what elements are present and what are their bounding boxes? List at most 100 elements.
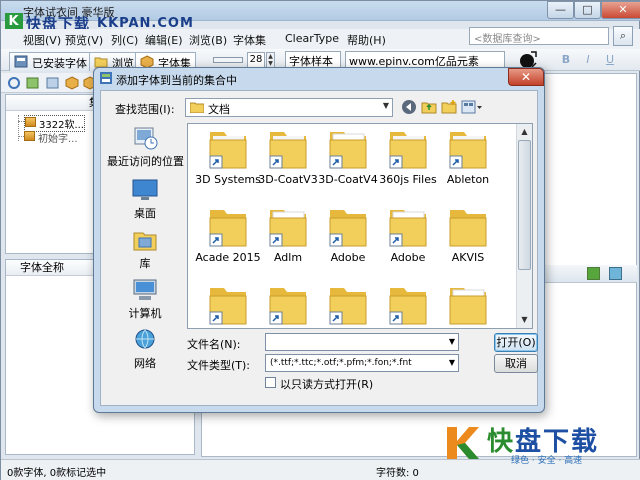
folder-icon bbox=[389, 288, 427, 325]
back-icon[interactable] bbox=[401, 99, 417, 115]
menu-preview[interactable]: 预览(V) bbox=[65, 32, 103, 48]
minimize-button[interactable]: — bbox=[547, 1, 574, 19]
k-logo-icon bbox=[447, 427, 479, 459]
installed-fonts-icon bbox=[14, 55, 28, 68]
bold-button[interactable]: B bbox=[557, 51, 575, 69]
filename-input[interactable]: ▼ bbox=[265, 333, 459, 351]
folder-item[interactable] bbox=[376, 280, 440, 328]
file-list-scrollbar[interactable]: ▲ ▼ bbox=[516, 124, 532, 328]
menu-cleartype[interactable]: ClearType bbox=[285, 32, 339, 45]
new-folder-icon[interactable] bbox=[441, 99, 457, 115]
font-size-input[interactable]: 28 bbox=[247, 52, 265, 68]
status-font-count: 0款字体, 0款标记选中 bbox=[7, 468, 107, 479]
filetype-label: 文件类型(T): bbox=[187, 359, 251, 372]
folder-icon bbox=[449, 132, 487, 169]
folder-icon bbox=[269, 288, 307, 325]
dialog-app-icon bbox=[100, 72, 112, 84]
place-desktop-label: 桌面 bbox=[134, 207, 156, 220]
menu-font-set[interactable]: 字体集 bbox=[233, 32, 266, 48]
scroll-up-icon[interactable]: ▲ bbox=[517, 124, 532, 140]
add-set-icon[interactable] bbox=[65, 76, 80, 90]
menu-edit[interactable]: 编辑(E) bbox=[145, 32, 183, 48]
database-search-input[interactable]: <数据库查询> bbox=[469, 27, 609, 45]
desktop-icon bbox=[132, 179, 158, 200]
folder-item[interactable]: Acade 2015 bbox=[195, 202, 261, 278]
folder-item[interactable] bbox=[256, 280, 320, 328]
database-search-button[interactable]: ⌕ bbox=[613, 26, 633, 46]
folder-item[interactable] bbox=[436, 280, 500, 328]
folder-icon bbox=[449, 210, 487, 247]
computer-icon bbox=[133, 279, 157, 300]
font-set-cube-icon bbox=[25, 117, 36, 127]
dialog-title-bar: 添加字体到当前的集合中 ✕ bbox=[94, 68, 544, 88]
recent-places-icon bbox=[134, 127, 158, 150]
dialog-close-button[interactable]: ✕ bbox=[508, 68, 544, 86]
folder-item[interactable]: Adobe bbox=[316, 202, 380, 278]
tab-installed-fonts-label: 已安装字体 bbox=[32, 57, 87, 70]
folder-item[interactable]: AKVIS bbox=[436, 202, 500, 278]
filetype-select[interactable]: (*.ttf;*.ttc;*.otf;*.pfm;*.fon;*.fnt ▼ bbox=[265, 354, 459, 372]
chevron-down-icon: ▼ bbox=[448, 358, 455, 367]
place-recent[interactable]: 最近访问的位置 bbox=[107, 125, 184, 169]
italic-button[interactable]: I bbox=[579, 51, 597, 69]
tree-connector bbox=[18, 115, 19, 141]
place-library-label: 库 bbox=[139, 257, 151, 270]
up-folder-icon[interactable] bbox=[421, 99, 437, 115]
place-desktop[interactable]: 桌面 bbox=[107, 177, 183, 221]
scrollbar-thumb[interactable] bbox=[518, 140, 531, 270]
maximize-button[interactable]: □ bbox=[574, 1, 601, 19]
place-library[interactable]: 库 bbox=[107, 227, 183, 271]
look-in-value: 文档 bbox=[208, 103, 230, 116]
collapse-icon[interactable] bbox=[45, 76, 60, 90]
status-char-count: 字符数: 0 bbox=[376, 468, 419, 479]
panel-green-icon[interactable] bbox=[587, 267, 600, 280]
folder-name: AKVIS bbox=[451, 251, 485, 264]
folder-icon bbox=[209, 210, 247, 247]
open-button[interactable]: 打开(O) bbox=[494, 333, 538, 352]
folder-name: Ableton bbox=[446, 173, 490, 186]
folder-item[interactable]: Ableton bbox=[436, 124, 500, 200]
panel-blue-icon[interactable] bbox=[609, 267, 622, 280]
filetype-value: (*.ttf;*.ttc;*.otf;*.pfm;*.fon;*.fnt bbox=[270, 358, 412, 368]
network-icon bbox=[135, 329, 155, 349]
folder-item[interactable] bbox=[316, 280, 380, 328]
folder-icon bbox=[389, 210, 427, 247]
folder-item[interactable]: 3D-CoatV3 bbox=[256, 124, 320, 200]
menu-columns[interactable]: 列(C) bbox=[111, 32, 138, 48]
folder-icon bbox=[269, 132, 307, 169]
cancel-button[interactable]: 取消 bbox=[494, 354, 538, 373]
view-menu-icon[interactable] bbox=[461, 99, 483, 115]
folder-item[interactable] bbox=[196, 280, 260, 328]
folder-item[interactable]: 3D Systems bbox=[195, 124, 261, 200]
tab-installed-fonts[interactable]: 已安装字体 bbox=[9, 52, 92, 71]
font-size-spinner[interactable]: ▲ ▼ bbox=[266, 52, 275, 68]
place-network[interactable]: 网络 bbox=[107, 327, 183, 371]
chevron-down-icon[interactable]: ▼ bbox=[449, 337, 455, 346]
folder-item[interactable]: 360js Files bbox=[376, 124, 440, 200]
place-recent-label: 最近访问的位置 bbox=[107, 155, 184, 168]
expand-icon[interactable] bbox=[25, 76, 40, 90]
folder-item[interactable]: Adlm bbox=[256, 202, 320, 278]
chevron-down-icon: ▼ bbox=[382, 101, 389, 110]
close-button[interactable]: ✕ bbox=[601, 1, 640, 19]
file-list-view: 3D Systems 3D-CoatV3 3D-CoatV4 360js Fil… bbox=[187, 123, 533, 329]
readonly-checkbox[interactable] bbox=[265, 377, 276, 388]
look-in-label: 查找范围(I): bbox=[115, 103, 175, 116]
underline-button[interactable]: U bbox=[601, 51, 619, 69]
refresh-icon[interactable] bbox=[7, 76, 22, 90]
set-item[interactable]: 初始字... bbox=[24, 130, 78, 145]
folder-item[interactable]: 3D-CoatV4 bbox=[316, 124, 380, 200]
menu-view[interactable]: 视图(V) bbox=[23, 32, 61, 48]
folder-item[interactable]: Adobe bbox=[376, 202, 440, 278]
folder-icon bbox=[269, 210, 307, 247]
place-computer[interactable]: 计算机 bbox=[107, 277, 183, 321]
menu-help[interactable]: 帮助(H) bbox=[347, 32, 386, 48]
readonly-label[interactable]: 以只读方式打开(R) bbox=[280, 376, 373, 392]
brand-tagline: 绿色 · 安全 · 高速 bbox=[511, 456, 583, 466]
size-slider[interactable] bbox=[213, 57, 243, 63]
look-in-select[interactable]: 文档 ▼ bbox=[185, 98, 393, 117]
documents-folder-icon bbox=[190, 102, 204, 113]
library-icon bbox=[133, 232, 157, 251]
scroll-down-icon[interactable]: ▼ bbox=[517, 312, 532, 328]
menu-browse[interactable]: 浏览(B) bbox=[189, 32, 227, 48]
